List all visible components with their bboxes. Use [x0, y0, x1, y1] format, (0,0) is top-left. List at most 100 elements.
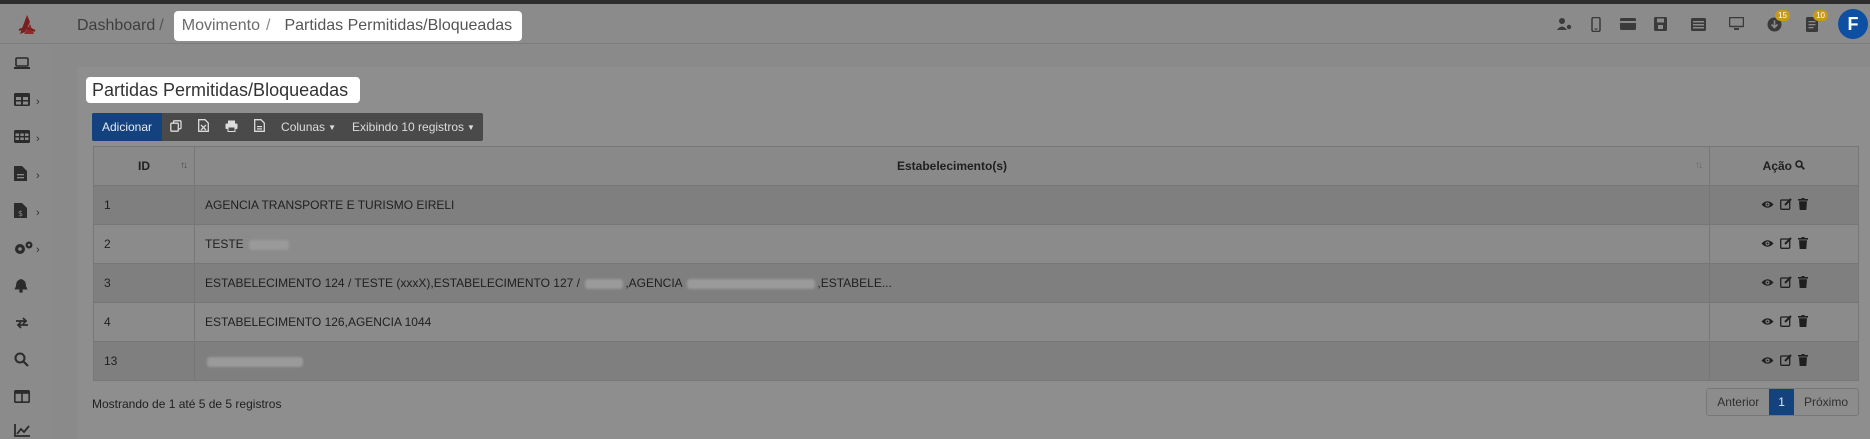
cell-actions: [1709, 302, 1859, 342]
previous-page-button[interactable]: Anterior: [1707, 389, 1770, 415]
caret-down-icon: ▼: [328, 122, 336, 132]
print-button[interactable]: [217, 113, 246, 141]
column-header-action-label: Ação: [1762, 159, 1792, 173]
next-page-button[interactable]: Próximo: [1793, 389, 1858, 415]
column-header-id-label: ID: [138, 159, 150, 173]
delete-icon[interactable]: [1797, 197, 1808, 213]
bell-icon: [14, 278, 28, 298]
sort-icon: ↑↓: [180, 160, 188, 171]
list-icon[interactable]: [1690, 16, 1706, 32]
chevron-right-icon: ›: [36, 133, 40, 145]
delete-icon[interactable]: [1797, 236, 1808, 252]
cell-id: 4: [93, 302, 195, 342]
cell-establishments: TESTE: [194, 224, 1710, 264]
delete-icon[interactable]: [1797, 275, 1808, 291]
sidebar-item-sync[interactable]: [14, 315, 44, 335]
column-header-establishments-label: Estabelecimento(s): [896, 159, 1008, 173]
document-badge: 10: [1813, 10, 1828, 21]
edit-icon[interactable]: [1779, 314, 1792, 330]
table-row[interactable]: 4 ESTABELECIMENTO 126,AGENCIA 1044: [93, 302, 1859, 342]
top-icons: 15 10 F: [1548, 4, 1870, 44]
chart-icon: [14, 424, 30, 439]
mobile-icon[interactable]: [1588, 16, 1604, 32]
sync-icon: [14, 316, 30, 335]
download-icon[interactable]: 15: [1766, 10, 1790, 32]
table-row[interactable]: 13: [93, 341, 1859, 381]
breadcrumb-dashboard[interactable]: Dashboard: [77, 17, 155, 35]
sidebar-item-settings[interactable]: ›: [14, 240, 44, 260]
breadcrumb-separator: /: [159, 17, 164, 34]
view-icon[interactable]: [1761, 198, 1774, 212]
delete-icon[interactable]: [1797, 314, 1808, 330]
invoice-icon: $: [14, 203, 27, 223]
cell-establishments: AGENCIA TRANSPORTE E TURISMO EIRELI: [194, 185, 1710, 225]
page-1-button[interactable]: 1: [1769, 389, 1794, 415]
logo-icon[interactable]: [16, 12, 38, 36]
monitor-icon[interactable]: [1728, 16, 1744, 32]
sidebar-item-search[interactable]: [14, 352, 44, 372]
pdf-button[interactable]: [246, 113, 273, 141]
add-button[interactable]: Adicionar: [92, 113, 163, 141]
sidebar-item-tables[interactable]: ›: [14, 92, 44, 112]
view-icon[interactable]: [1761, 354, 1774, 368]
cell-establishments-text: ,AGENCIA: [625, 276, 683, 290]
excel-button[interactable]: [190, 113, 217, 141]
search-icon[interactable]: [1795, 159, 1806, 173]
sidebar-item-reports[interactable]: [14, 423, 44, 439]
chevron-right-icon: ›: [36, 244, 40, 256]
sidebar-item-columns[interactable]: [14, 389, 44, 409]
edit-icon[interactable]: [1779, 236, 1792, 252]
sidebar: › › › $ › ›: [0, 45, 52, 439]
page-length-label: Exibindo 10 registros: [351, 120, 465, 134]
cell-id: 1: [93, 185, 195, 225]
copy-icon: [170, 119, 182, 135]
sidebar-item-grid[interactable]: ›: [14, 129, 44, 149]
cell-establishments: ESTABELECIMENTO 124 / TESTE (xxxX),ESTAB…: [194, 263, 1710, 303]
table-row[interactable]: 2 TESTE: [93, 224, 1859, 264]
view-icon[interactable]: [1761, 276, 1774, 290]
excel-icon: [198, 119, 209, 135]
sidebar-item-documents[interactable]: ›: [14, 166, 44, 186]
breadcrumb-separator: /: [265, 17, 271, 34]
sidebar-item-notifications[interactable]: [14, 278, 44, 298]
column-header-id[interactable]: ID ↑↓: [93, 146, 195, 186]
sort-icon: ↑↓: [1695, 160, 1703, 171]
redacted-text: [249, 239, 290, 250]
page-length-dropdown[interactable]: Exibindo 10 registros ▼: [344, 113, 483, 141]
redacted-text: [687, 278, 816, 289]
delete-icon[interactable]: [1797, 353, 1808, 369]
copy-button[interactable]: [162, 113, 190, 141]
edit-icon[interactable]: [1779, 275, 1792, 291]
columns-dropdown-label: Colunas: [281, 120, 326, 134]
sidebar-item-dashboard[interactable]: [14, 56, 44, 76]
search-icon: [14, 352, 29, 372]
cell-actions: [1709, 263, 1859, 303]
cell-id: 2: [93, 224, 195, 264]
cell-actions: [1709, 341, 1859, 381]
table-row[interactable]: 3 ESTABELECIMENTO 124 / TESTE (xxxX),EST…: [93, 263, 1859, 303]
document-icon[interactable]: 10: [1804, 10, 1828, 32]
sidebar-item-invoices[interactable]: $ ›: [14, 203, 44, 223]
redacted-text: [585, 278, 624, 289]
table-row[interactable]: 1 AGENCIA TRANSPORTE E TURISMO EIRELI: [93, 185, 1859, 225]
laptop-icon: [14, 57, 30, 75]
cell-establishments-text: ,ESTABELE...: [817, 276, 892, 290]
table-info: Mostrando de 1 até 5 de 5 registros: [92, 397, 282, 411]
cell-establishments: ESTABELECIMENTO 126,AGENCIA 1044: [194, 302, 1710, 342]
column-header-establishments[interactable]: Estabelecimento(s) ↑↓: [194, 146, 1710, 186]
breadcrumb-movimento[interactable]: Movimento: [182, 17, 260, 35]
columns-dropdown[interactable]: Colunas ▼: [273, 113, 344, 141]
view-icon[interactable]: [1761, 315, 1774, 329]
save-icon[interactable]: [1652, 16, 1668, 32]
breadcrumb-highlight: Movimento / Partidas Permitidas/Bloquead…: [173, 11, 523, 41]
view-icon[interactable]: [1761, 237, 1774, 251]
chevron-right-icon: ›: [36, 96, 40, 108]
pagination: Anterior 1 Próximo: [1706, 388, 1859, 416]
edit-icon[interactable]: [1779, 197, 1792, 213]
card-icon[interactable]: [1620, 16, 1636, 32]
user-avatar[interactable]: F: [1838, 9, 1868, 39]
cell-id: 3: [93, 263, 195, 303]
pdf-icon: [254, 119, 265, 135]
edit-icon[interactable]: [1779, 353, 1792, 369]
user-settings-icon[interactable]: [1556, 16, 1572, 32]
